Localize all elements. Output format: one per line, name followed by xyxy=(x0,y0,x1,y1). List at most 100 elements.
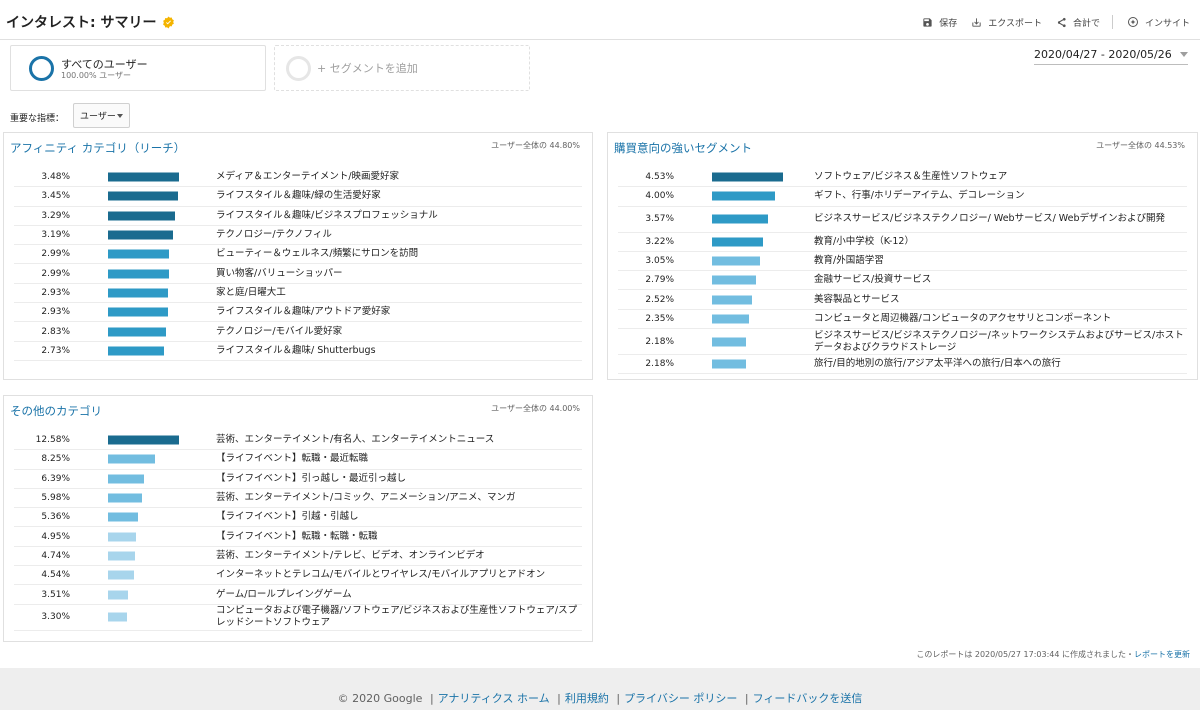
row-category-label: 旅行/目的地別の旅行/アジア太平洋への旅行/日本への旅行 xyxy=(814,358,1061,370)
row-category-label: 買い物客/バリューショッパー xyxy=(216,267,343,279)
row-percent: 4.74% xyxy=(41,550,70,561)
footer-link-feedback[interactable]: フィードバックを送信 xyxy=(753,692,863,705)
row-bar xyxy=(108,474,145,484)
row-bar xyxy=(108,307,168,317)
row-bar xyxy=(108,346,164,356)
category-row: 3.57% ビジネスサービス/ビジネステクノロジー/ Webサービス/ Webデザ… xyxy=(618,207,1187,233)
row-bar xyxy=(108,512,139,522)
row-percent: 3.29% xyxy=(41,210,70,221)
row-category-label: インターネットとテレコム/モバイルとワイヤレス/モバイルアプリとアドオン xyxy=(216,569,546,581)
row-percent: 4.95% xyxy=(41,531,70,542)
row-percent: 3.48% xyxy=(41,172,70,183)
footer-link-terms[interactable]: 利用規約 xyxy=(565,692,609,705)
row-category-label: 金融サービス/投資サービス xyxy=(814,274,932,286)
empty-segment-ring-icon xyxy=(286,56,311,81)
category-rows: 3.48% メディア＆エンターテイメント/映画愛好家 3.45% ライフスタイル＆趣味… xyxy=(14,168,582,361)
category-row: 2.18% ビジネスサービス/ビジネステクノロジー/ネットワークシステムおよびサー… xyxy=(618,329,1187,356)
page-footer: © 2020 Google | アナリティクス ホーム | 利用規約 | プライバシー… xyxy=(0,690,1200,706)
row-category-label: 教育/外国語学習 xyxy=(814,255,884,267)
share-button[interactable]: 合計で xyxy=(1056,16,1100,29)
row-percent: 5.36% xyxy=(41,512,70,523)
date-range-picker[interactable]: 2020/04/27 - 2020/05/26 xyxy=(1034,48,1188,65)
chevron-down-icon xyxy=(117,114,123,118)
row-percent: 3.57% xyxy=(645,214,674,225)
row-percent: 4.53% xyxy=(645,172,674,183)
category-rows: 4.53% ソフトウェア/ビジネス＆生産性ソフトウェア 4.00% ギフト、行事/ホリ… xyxy=(618,168,1187,375)
row-percent: 6.39% xyxy=(41,473,70,484)
save-label: 保存 xyxy=(939,18,958,29)
category-row: 3.48% メディア＆エンターテイメント/映画愛好家 xyxy=(14,168,582,188)
segment-ring-icon xyxy=(29,56,54,81)
row-category-label: ゲーム/ロールプレイングゲーム xyxy=(216,588,352,600)
row-category-label: ライフスタイル＆趣味/ Shutterbugs xyxy=(216,344,376,356)
insight-button[interactable]: インサイト xyxy=(1127,16,1190,29)
row-category-label: メディア＆エンターテイメント/映画愛好家 xyxy=(216,171,400,183)
panel-title[interactable]: その他のカテゴリ xyxy=(10,403,102,419)
row-bar xyxy=(108,551,135,561)
page-header: インタレスト: サマリー 保存 エクスポート 合計で インサイト xyxy=(0,0,1200,40)
row-bar xyxy=(108,570,134,580)
save-button[interactable]: 保存 xyxy=(922,16,957,29)
insight-icon xyxy=(1127,17,1138,27)
category-rows: 12.58% 芸術、エンターテイメント/有名人、エンターテイメントニュース 8.25… xyxy=(14,431,582,631)
category-row: 5.36% 【ライフイベント】引越・引越し xyxy=(14,508,582,528)
category-row: 4.53% ソフトウェア/ビジネス＆生産性ソフトウェア xyxy=(618,168,1187,188)
category-row: 3.05% 教育/外国語学習 xyxy=(618,252,1187,272)
category-row: 6.39% 【ライフイベント】引っ越し・最近引っ越し xyxy=(14,470,582,489)
row-percent: 2.18% xyxy=(645,359,674,370)
row-percent: 2.99% xyxy=(41,268,70,279)
category-row: 2.52% 美容製品とサービス xyxy=(618,290,1187,310)
row-category-label: 教育/小中学校（K-12） xyxy=(814,235,914,247)
category-row: 3.51% ゲーム/ロールプレイングゲーム xyxy=(14,585,582,605)
header-actions: 保存 エクスポート 合計で インサイト xyxy=(908,15,1190,29)
row-category-label: ビジネスサービス/ビジネステクノロジー/ Webサービス/ Webデザインおよび… xyxy=(814,213,1165,225)
row-bar xyxy=(108,249,169,259)
row-percent: 2.93% xyxy=(41,307,70,318)
row-category-label: ライフスタイル＆趣味/ビジネスプロフェッショナル xyxy=(216,209,438,221)
row-category-label: 【ライフイベント】引っ越し・最近引っ越し xyxy=(216,472,407,484)
footer-separator: | xyxy=(744,692,749,705)
row-category-label: 美容製品とサービス xyxy=(814,293,900,305)
row-category-label: 【ライフイベント】引越・引越し xyxy=(216,511,359,523)
export-button[interactable]: エクスポート xyxy=(971,16,1042,29)
row-category-label: 芸術、エンターテイメント/有名人、エンターテイメントニュース xyxy=(216,434,495,446)
panel-title[interactable]: アフィニティ カテゴリ（リーチ） xyxy=(10,140,185,156)
share-label: 合計で xyxy=(1072,18,1100,29)
footer-separator: | xyxy=(429,692,434,705)
row-category-label: ギフト、行事/ホリデーアイテム、デコレーション xyxy=(814,190,1025,202)
export-icon xyxy=(972,17,981,27)
category-row: 12.58% 芸術、エンターテイメント/有名人、エンターテイメントニュース xyxy=(14,431,582,451)
row-percent: 3.19% xyxy=(41,230,70,241)
row-bar xyxy=(108,612,127,622)
row-bar xyxy=(108,211,176,221)
segment-all-users[interactable]: すべてのユーザー 100.00% ユーザー xyxy=(10,45,266,91)
row-percent: 3.51% xyxy=(41,589,70,600)
category-row: 2.83% テクノロジー/モバイル愛好家 xyxy=(14,322,582,342)
row-category-label: コンピュータおよび電子機器/ソフトウェア/ビジネスおよび生産性ソフトウェア/スプ… xyxy=(216,605,578,629)
category-row: 3.19% テクノロジー/テクノフィル xyxy=(14,226,582,246)
chevron-down-icon xyxy=(1179,52,1188,57)
in-market-panel: 購買意向の強いセグメント ユーザー全体の 44.53% 4.53% ソフトウェア/… xyxy=(607,132,1198,380)
refresh-report-link[interactable]: レポートを更新 xyxy=(1134,650,1190,659)
verified-badge-icon xyxy=(163,16,175,28)
row-bar xyxy=(108,493,142,503)
row-percent: 2.73% xyxy=(41,345,70,356)
row-bar xyxy=(108,230,174,240)
metric-value: ユーザー xyxy=(80,112,116,122)
panel-title[interactable]: 購買意向の強いセグメント xyxy=(614,140,752,156)
report-note: このレポートは 2020/05/27 17:03:44 に作成されました・レポー… xyxy=(916,649,1190,660)
row-category-label: 芸術、エンターテイメント/テレビ、ビデオ、オンラインビデオ xyxy=(216,549,485,561)
row-category-label: コンピュータと周辺機器/コンピュータのアクセサリとコンポーネント xyxy=(814,312,1112,324)
metric-select[interactable]: ユーザー xyxy=(73,103,130,128)
insight-label: インサイト xyxy=(1144,18,1190,29)
add-segment-button[interactable]: + セグメントを追加 xyxy=(274,45,530,91)
footer-link-analytics-home[interactable]: アナリティクス ホーム xyxy=(438,692,550,705)
row-percent: 12.58% xyxy=(35,435,70,446)
date-range-value: 2020/04/27 - 2020/05/26 xyxy=(1034,48,1172,61)
footer-link-privacy[interactable]: プライバシー ポリシー xyxy=(624,692,737,705)
row-percent: 8.25% xyxy=(41,454,70,465)
category-row: 4.95% 【ライフイベント】転職・転職・転職 xyxy=(14,527,582,547)
row-percent: 4.00% xyxy=(645,191,674,202)
panel-total: ユーザー全体の 44.00% xyxy=(491,404,580,413)
copyright: © 2020 Google xyxy=(337,692,423,705)
